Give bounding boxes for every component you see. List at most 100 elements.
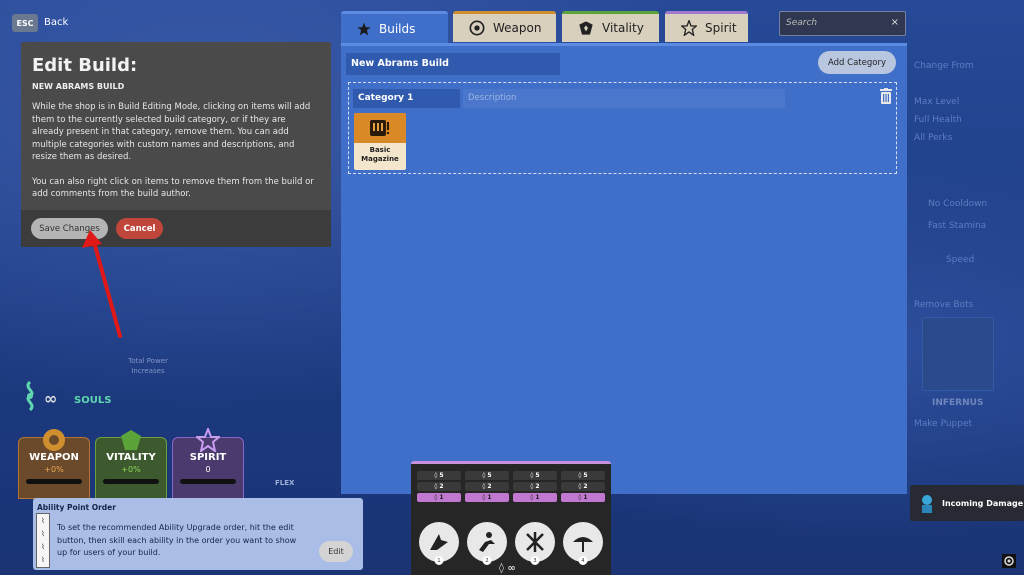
ability-3-button[interactable]: 3 bbox=[515, 522, 555, 565]
add-category-button[interactable]: Add Category bbox=[818, 51, 896, 74]
flex-label: FLEX bbox=[275, 479, 295, 487]
trash-icon[interactable] bbox=[880, 88, 892, 104]
souls-label: SOULS bbox=[74, 395, 112, 406]
faded-max-level: Max Level bbox=[914, 97, 960, 107]
ability-1-mini-icon: ⌇ bbox=[41, 516, 45, 525]
back-button[interactable]: Back bbox=[44, 17, 68, 28]
magazine-icon bbox=[370, 120, 389, 136]
weapon-stat-card[interactable]: WEAPON +0% bbox=[18, 429, 90, 499]
ability-4-row-2: ◊ 2 bbox=[561, 482, 605, 491]
build-category: Category 1 Description Basic Magazine bbox=[348, 82, 897, 174]
spirit-stat-name: SPIRIT bbox=[189, 452, 227, 463]
ability-4-row-3: ◊ 1 bbox=[561, 493, 605, 502]
ability-3-column: ◊ 5 ◊ 2 ◊ 1 bbox=[513, 471, 557, 504]
faded-full-health: Full Health bbox=[914, 115, 962, 125]
weapon-icon bbox=[469, 20, 485, 36]
tab-weapon-label: Weapon bbox=[493, 21, 542, 35]
tab-vitality[interactable]: Vitality bbox=[562, 11, 659, 42]
ability-3-row-3: ◊ 1 bbox=[513, 493, 557, 502]
edit-build-paragraph-2: You can also right click on items to rem… bbox=[32, 176, 314, 200]
spirit-stat-bar bbox=[180, 479, 236, 484]
spirit-stat-card[interactable]: SPIRIT 0 bbox=[172, 428, 244, 499]
edit-build-subtitle: NEW ABRAMS BUILD bbox=[32, 82, 125, 91]
edit-build-description: While the shop is in Build Editing Mode,… bbox=[32, 101, 320, 213]
ability-1-icon bbox=[430, 534, 448, 550]
incoming-damage-toast: Incoming Damage bbox=[910, 485, 1024, 521]
ability-2-row-1: ◊ 5 bbox=[465, 471, 509, 480]
ability-2-row-3: ◊ 1 bbox=[465, 493, 509, 502]
search-input[interactable] bbox=[786, 18, 886, 28]
category-name-field[interactable]: Category 1 bbox=[353, 89, 460, 108]
tab-builds-label: Builds bbox=[379, 22, 416, 36]
build-name-field[interactable]: New Abrams Build bbox=[346, 53, 560, 75]
weapon-stat-name: WEAPON bbox=[29, 452, 79, 463]
tab-vitality-label: Vitality bbox=[602, 21, 644, 35]
tab-spirit-label: Spirit bbox=[705, 21, 737, 35]
category-description-field[interactable]: Description bbox=[463, 89, 785, 108]
ability-4-mini-icon: ⌇ bbox=[41, 556, 45, 565]
edit-build-paragraph-1: While the shop is in Build Editing Mode,… bbox=[32, 102, 311, 162]
ability-1-column: ◊ 5 ◊ 2 ◊ 1 bbox=[417, 471, 461, 504]
total-power-label: Total Power Increases bbox=[128, 357, 168, 375]
souls-infinity: ∞ bbox=[44, 389, 58, 408]
vitality-stat-bar bbox=[103, 479, 159, 484]
vitality-icon bbox=[121, 430, 141, 450]
hero-portrait bbox=[922, 317, 994, 391]
search-box: × bbox=[779, 11, 906, 36]
ability-4-row-1: ◊ 5 bbox=[561, 471, 605, 480]
ability-2-mini-icon: ⌇ bbox=[41, 529, 45, 538]
faded-remove-bots: Remove Bots bbox=[914, 300, 974, 310]
edit-build-title: Edit Build: bbox=[32, 55, 138, 76]
ability-4-button[interactable]: 4 bbox=[563, 522, 603, 565]
esc-key-label: ESC bbox=[16, 18, 34, 28]
clear-search-icon[interactable]: × bbox=[891, 17, 899, 28]
vitality-stat-name: VITALITY bbox=[106, 452, 156, 463]
ability-1-button[interactable]: 1 bbox=[419, 522, 459, 565]
esc-key[interactable]: ESC bbox=[12, 14, 38, 32]
weapon-stat-bar bbox=[26, 479, 82, 484]
ability-4-icon bbox=[573, 537, 593, 552]
vitality-stat-value: +0% bbox=[121, 465, 141, 474]
ability-2-row-2: ◊ 2 bbox=[465, 482, 509, 491]
tab-weapon[interactable]: Weapon bbox=[453, 11, 556, 42]
ability-upgrade-panel: ◊ 5 ◊ 2 ◊ 1 ◊ 5 ◊ 2 ◊ 1 ◊ 5 ◊ 2 ◊ 1 ◊ 5 … bbox=[411, 461, 611, 575]
faded-make-puppet: Make Puppet bbox=[914, 419, 973, 429]
ability-3-row-1: ◊ 5 bbox=[513, 471, 557, 480]
souls-icon bbox=[26, 380, 34, 412]
hero-name: INFERNUS bbox=[932, 398, 984, 408]
ability-2-icon bbox=[479, 532, 495, 552]
ability-3-mini-icon: ⌇ bbox=[41, 543, 45, 552]
item-basic-magazine[interactable]: Basic Magazine bbox=[354, 113, 406, 170]
ability-3-number: 3 bbox=[530, 556, 540, 565]
ability-1-row-1: ◊ 5 bbox=[417, 471, 461, 480]
weapon-icon bbox=[43, 429, 65, 451]
ability-point-order-panel: Ability Point Order ⌇ ⌇ ⌇ ⌇ To set the r… bbox=[33, 498, 363, 570]
faded-fast-stamina: Fast Stamina bbox=[928, 221, 987, 231]
ability-1-number: 1 bbox=[434, 556, 444, 565]
ability-2-number: 2 bbox=[482, 556, 492, 565]
red-arrow-annotation bbox=[82, 230, 122, 338]
ability-3-icon bbox=[526, 532, 544, 552]
ability-3-row-2: ◊ 2 bbox=[513, 482, 557, 491]
ability-point-order-title: Ability Point Order bbox=[37, 503, 116, 512]
vitality-stat-card[interactable]: VITALITY +0% bbox=[95, 430, 167, 499]
ability-2-button[interactable]: 2 bbox=[467, 522, 507, 565]
faded-speed: Speed bbox=[946, 255, 975, 265]
spirit-icon bbox=[196, 428, 220, 452]
item-basic-magazine-label: Basic Magazine bbox=[361, 146, 399, 163]
edit-build-footer: Save Changes Cancel bbox=[21, 210, 331, 247]
builds-panel: New Abrams Build Add Category Category 1… bbox=[341, 43, 907, 494]
star-icon bbox=[357, 22, 371, 36]
faded-change-from: Change From bbox=[914, 61, 974, 71]
faded-no-cooldown: No Cooldown bbox=[928, 199, 988, 209]
item-basic-magazine-image bbox=[354, 113, 406, 143]
incoming-damage-label: Incoming Damage bbox=[942, 498, 1024, 508]
tab-builds[interactable]: Builds bbox=[341, 11, 448, 44]
ability-4-column: ◊ 5 ◊ 2 ◊ 1 bbox=[561, 471, 605, 504]
ability-edit-button[interactable]: Edit bbox=[319, 541, 353, 562]
settings-icon[interactable] bbox=[1002, 554, 1016, 568]
ability-icons-strip: ⌇ ⌇ ⌇ ⌇ bbox=[36, 513, 50, 568]
edit-build-panel: Edit Build: NEW ABRAMS BUILD While the s… bbox=[21, 42, 331, 247]
vitality-icon bbox=[578, 20, 594, 36]
tab-spirit[interactable]: Spirit bbox=[665, 11, 748, 42]
